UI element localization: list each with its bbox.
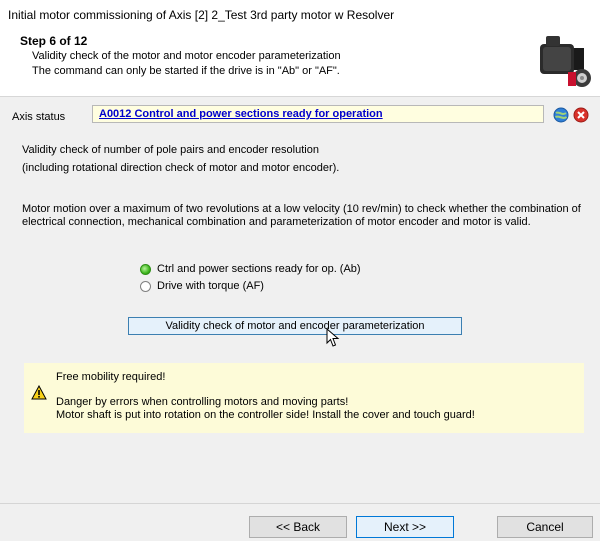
cancel-button[interactable]: Cancel (497, 516, 593, 538)
mouse-cursor-icon (326, 328, 340, 347)
axis-status-field: A0012 Control and power sections ready f… (92, 105, 544, 123)
warning-guard-text: Motor shaft is put into rotation on the … (56, 409, 475, 421)
step-description: Validity check of the motor and motor en… (32, 50, 341, 62)
next-button[interactable]: Next >> (356, 516, 454, 538)
warning-icon (31, 385, 47, 400)
motor-image-icon (540, 36, 591, 87)
motion-description-line-1: Motor motion over a maximum of two revol… (22, 203, 581, 215)
status-led-inactive-icon (140, 280, 151, 292)
warning-panel: Free mobility required! Danger by errors… (24, 363, 584, 433)
wizard-footer: << Back Next >> Cancel (0, 503, 600, 541)
step-condition: The command can only be started if the d… (32, 65, 340, 77)
window-title: Initial motor commissioning of Axis [2] … (8, 8, 395, 22)
back-button[interactable]: << Back (249, 516, 347, 538)
status-led-active-icon (140, 263, 151, 275)
close-icon[interactable] (573, 107, 589, 123)
step-indicator: Step 6 of 12 (20, 34, 88, 48)
status-option-label: Drive with torque (AF) (157, 280, 264, 292)
window-titlebar: Initial motor commissioning of Axis [2] … (0, 0, 600, 31)
intro-line-2: (including rotational direction check of… (22, 162, 340, 174)
status-option-label: Ctrl and power sections ready for op. (A… (157, 263, 361, 275)
globe-icon[interactable] (553, 107, 569, 123)
status-option-ab: Ctrl and power sections ready for op. (A… (140, 263, 361, 275)
axis-status-label: Axis status (12, 111, 66, 123)
axis-status-link[interactable]: A0012 Control and power sections ready f… (99, 108, 383, 120)
wizard-content: Axis status A0012 Control and power sect… (0, 97, 600, 503)
wizard-header: Step 6 of 12 Validity check of the motor… (0, 30, 600, 97)
warning-danger-text: Danger by errors when controlling motors… (56, 396, 349, 408)
status-option-af: Drive with torque (AF) (140, 280, 264, 292)
intro-line-1: Validity check of number of pole pairs a… (22, 144, 319, 156)
motion-description-line-2: electrical connection, mechanical combin… (22, 216, 531, 228)
warning-title: Free mobility required! (56, 371, 166, 383)
validity-check-button[interactable]: Validity check of motor and encoder para… (128, 317, 462, 335)
